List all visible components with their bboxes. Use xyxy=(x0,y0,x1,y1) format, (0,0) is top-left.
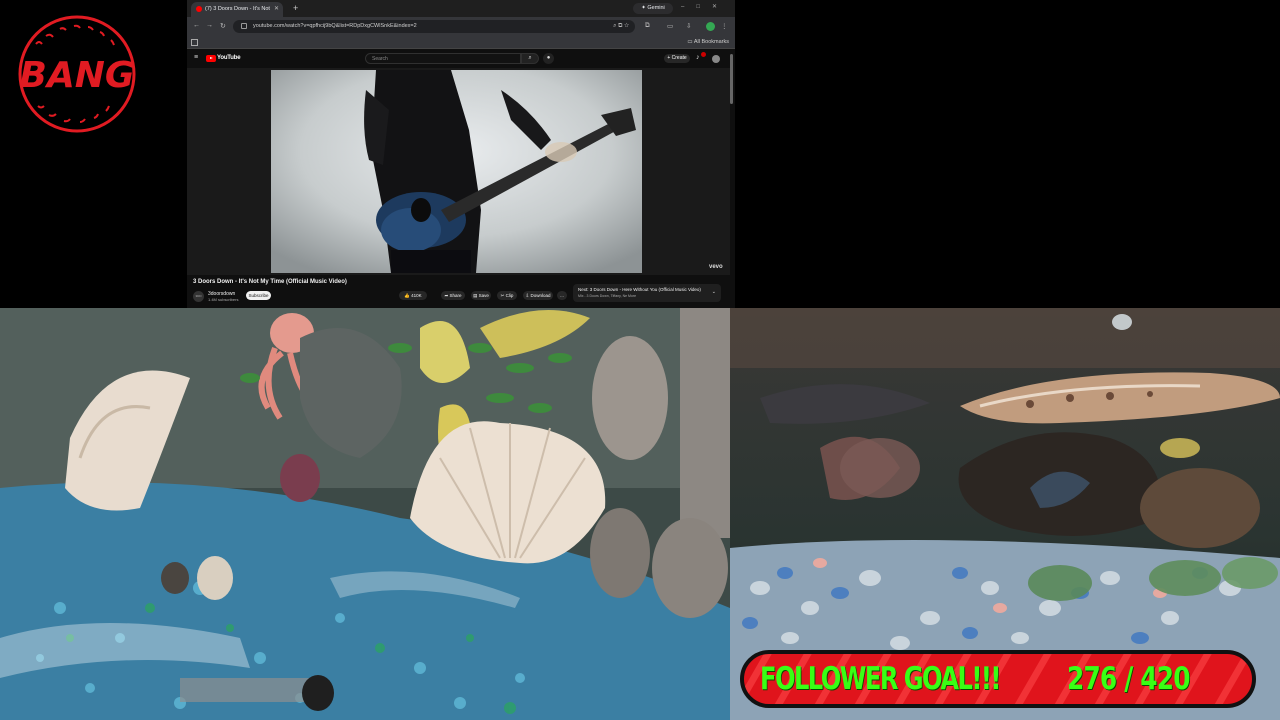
vevo-watermark: vevo xyxy=(709,264,723,270)
bookmarks-bar: ▭ All Bookmarks xyxy=(187,36,735,49)
follower-goal-bar: FOLLOWER GOAL!!! 276 / 420 xyxy=(740,650,1256,708)
microphone-icon[interactable]: ● xyxy=(543,53,554,64)
browser-window: (7) 3 Doors Down - It's Not ✕ + ✦ Gemini… xyxy=(187,0,735,308)
menu-kebab-icon[interactable]: ⋮ xyxy=(721,22,728,30)
browser-tab[interactable]: (7) 3 Doors Down - It's Not ✕ xyxy=(191,2,283,17)
url-text: youtube.com/watch?v=qpfhcij9bQ&list=RDpD… xyxy=(253,23,417,29)
next-up-panel[interactable]: Next: 3 Doors Down - Here Without You (O… xyxy=(573,284,721,302)
page-scrollbar[interactable] xyxy=(730,54,733,104)
profile-avatar[interactable] xyxy=(706,22,715,31)
search-button[interactable]: ⌕ xyxy=(521,53,539,64)
youtube-page: ≡ YouTube Search ⌕ ● + Create ♪ vevo 3 D… xyxy=(187,49,735,308)
save-button[interactable]: ▤ Save xyxy=(471,291,491,300)
search-input[interactable]: Search xyxy=(365,53,521,64)
video-title: 3 Doors Down - It's Not My Time (Officia… xyxy=(193,279,347,285)
goal-count: 276 / 420 xyxy=(1067,661,1190,697)
new-tab-button[interactable]: + xyxy=(293,3,298,13)
hamburger-menu-icon[interactable]: ≡ xyxy=(194,54,198,61)
account-avatar[interactable] xyxy=(712,55,720,63)
reload-icon[interactable]: ↻ xyxy=(220,22,226,30)
youtube-favicon-icon xyxy=(196,6,202,12)
share-button[interactable]: ➦ Share xyxy=(441,291,465,300)
window-controls[interactable]: –□✕ xyxy=(681,3,729,10)
stream-layout: BANG (7) 3 Doors Down - It's Not ✕ + ✦ G… xyxy=(0,0,1280,720)
sidebar-icon[interactable]: ▭ xyxy=(667,22,673,30)
youtube-brand[interactable]: YouTube xyxy=(217,55,241,61)
address-input[interactable]: youtube.com/watch?v=qpfhcij9bQ&list=RDpD… xyxy=(233,20,635,33)
notification-badge xyxy=(701,52,706,57)
forward-icon[interactable]: → xyxy=(206,22,213,29)
goal-label: FOLLOWER GOAL!!! xyxy=(760,661,1001,697)
download-button[interactable]: ⇩ Download xyxy=(523,291,553,300)
like-button[interactable]: 👍 410K xyxy=(399,291,427,300)
close-tab-icon[interactable]: ✕ xyxy=(274,5,279,12)
chevron-down-icon[interactable]: ⌄ xyxy=(712,289,716,295)
back-icon[interactable]: ← xyxy=(193,22,200,29)
next-video-subtitle: Mix - 3 Doors Down, Tiffany, Ne More xyxy=(578,294,637,298)
subscribe-button[interactable]: Subscribe xyxy=(246,291,271,300)
download-icon[interactable]: ⇩ xyxy=(686,22,691,30)
youtube-logo-icon[interactable] xyxy=(206,55,216,62)
youtube-header: ≡ YouTube Search ⌕ ● + Create ♪ xyxy=(187,49,735,104)
aquarium-camera-left xyxy=(0,308,730,720)
site-info-icon[interactable] xyxy=(241,23,247,29)
address-bar-row: ← → ↻ youtube.com/watch?v=qpfhcij9bQ&lis… xyxy=(187,17,735,36)
channel-subscribers: 1.4M subscribers xyxy=(208,297,239,302)
video-frame[interactable] xyxy=(271,70,642,273)
clip-button[interactable]: ✂ Clip xyxy=(497,291,517,300)
svg-text:BANG: BANG xyxy=(20,55,135,96)
apps-grid-icon[interactable] xyxy=(191,39,198,46)
gemini-button[interactable]: ✦ Gemini xyxy=(633,3,673,14)
next-video-title: Next: 3 Doors Down - Here Without You (O… xyxy=(578,287,701,292)
omnibox-actions[interactable]: ⌕ ⧉ ☆ xyxy=(613,23,629,30)
channel-avatar[interactable]: 3DD xyxy=(193,291,204,302)
extensions-icon[interactable]: ⧉ xyxy=(645,22,650,30)
bang-logo: BANG xyxy=(14,14,140,134)
all-bookmarks-link[interactable]: ▭ All Bookmarks xyxy=(687,39,729,45)
create-button[interactable]: + Create xyxy=(664,54,690,63)
tab-title: (7) 3 Doors Down - It's Not xyxy=(205,6,270,12)
bell-icon[interactable]: ♪ xyxy=(696,54,700,61)
tab-bar: (7) 3 Doors Down - It's Not ✕ + ✦ Gemini… xyxy=(187,0,735,17)
more-actions-button[interactable]: ... xyxy=(557,291,567,300)
video-player[interactable]: vevo xyxy=(187,68,730,275)
